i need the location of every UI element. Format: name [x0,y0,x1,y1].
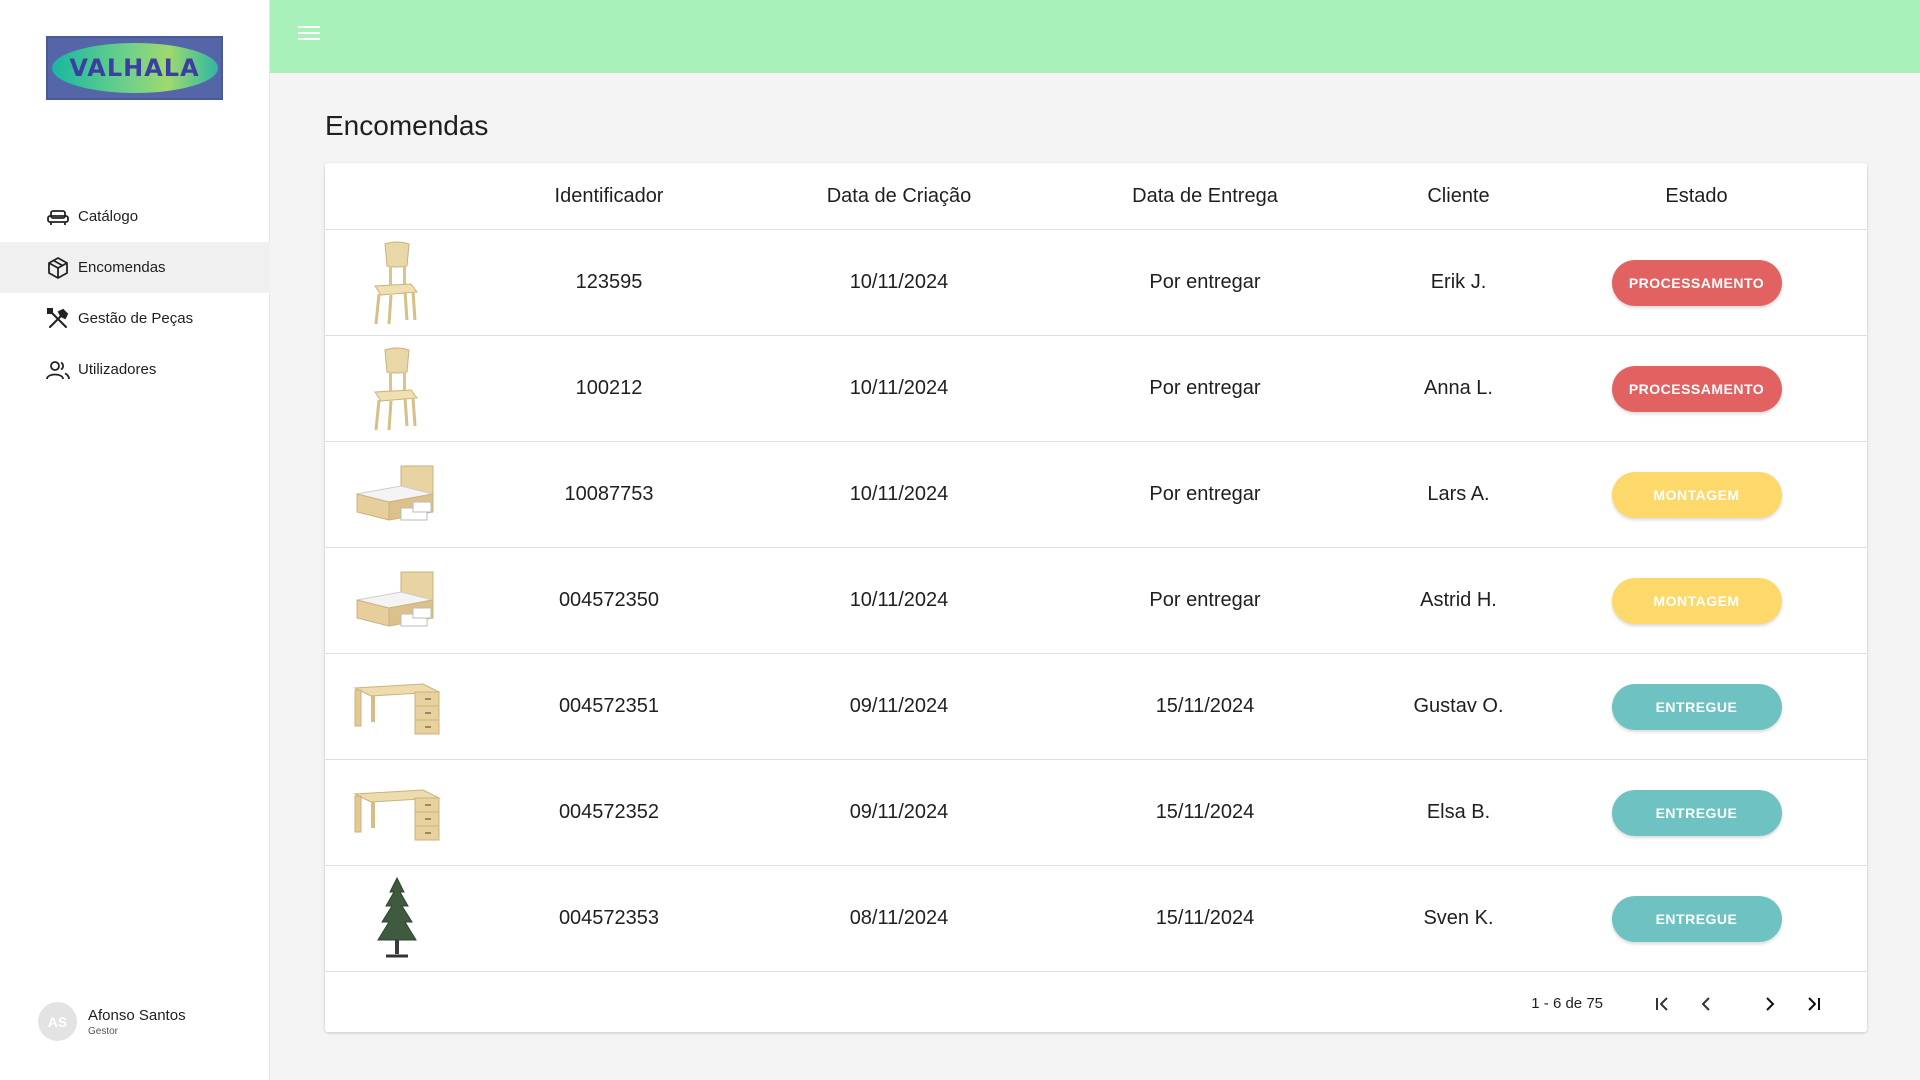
client-name: Anna L. [1424,377,1493,399]
sidebar-item-catalogo[interactable]: Catálogo [0,191,270,242]
user-profile[interactable]: AS Afonso Santos Gestor [38,1002,186,1041]
next-page-icon[interactable] [1755,989,1785,1019]
table-header: Identificador Data de Criação Data de En… [325,163,1867,230]
box-icon [46,256,70,280]
created-date: 08/11/2024 [849,907,949,929]
orders-table: Identificador Data de Criação Data de En… [325,163,1867,1032]
desk-thumbnail [325,678,469,736]
column-header-data-entrega[interactable]: Data de Entrega [1049,185,1361,208]
pagination-range: 1 - 6 de 75 [1531,995,1603,1012]
desk-thumbnail [325,784,469,842]
column-header-identificador[interactable]: Identificador [469,185,749,208]
status-badge[interactable]: ENTREGUE [1611,789,1782,836]
user-role: Gestor [88,1025,119,1037]
status-cell: MONTAGEM [1556,471,1837,518]
logo-oval: VALHALA [51,43,218,93]
status-badge[interactable]: MONTAGEM [1611,471,1782,518]
delivery-date: 15/11/2024 [1155,695,1255,717]
previous-page-icon[interactable] [1691,989,1721,1019]
table-row[interactable]: 004572351 09/11/2024 15/11/2024 Gustav O… [325,654,1867,760]
logo-text: VALHALA [69,54,200,82]
table-row[interactable]: 004572350 10/11/2024 Por entregar Astrid… [325,548,1867,654]
chair-thumbnail [325,346,469,432]
chair-thumbnail [325,240,469,326]
order-id: 004572352 [558,801,660,823]
status-cell: PROCESSAMENTO [1556,365,1837,412]
sidebar-nav: Catálogo Encomendas Gestão de Peças Util… [0,191,270,395]
status-badge[interactable]: ENTREGUE [1611,683,1782,730]
created-date: 09/11/2024 [849,695,949,717]
created-date: 10/11/2024 [849,377,949,399]
first-page-icon[interactable] [1647,989,1677,1019]
status-badge[interactable]: PROCESSAMENTO [1611,259,1782,306]
delivery-date: Por entregar [1149,589,1261,611]
avatar: AS [38,1002,77,1041]
sidebar-item-label: Gestão de Peças [78,310,194,327]
order-id: 004572350 [558,589,660,611]
order-id: 10087753 [564,483,654,505]
client-name: Astrid H. [1420,589,1497,611]
column-header-data-criacao[interactable]: Data de Criação [749,185,1049,208]
bed-thumbnail [325,464,469,526]
delivery-date: Por entregar [1149,377,1261,399]
sidebar-item-label: Catálogo [78,208,139,225]
pagination: 1 - 6 de 75 [325,975,1867,1032]
sidebar-item-label: Utilizadores [78,361,157,378]
hamburger-menu-icon[interactable] [298,26,320,48]
tree-thumbnail [325,876,469,962]
status-badge[interactable]: MONTAGEM [1611,577,1782,624]
sidebar-item-utilizadores[interactable]: Utilizadores [0,344,270,395]
order-id: 004572351 [558,695,660,717]
created-date: 10/11/2024 [849,589,949,611]
bed-thumbnail [325,570,469,632]
tools-icon [46,307,70,331]
sidebar-item-encomendas[interactable]: Encomendas [0,242,270,293]
delivery-date: Por entregar [1149,271,1261,293]
client-name: Erik J. [1430,271,1487,293]
last-page-icon[interactable] [1799,989,1829,1019]
sofa-icon [46,205,70,229]
status-cell: ENTREGUE [1556,895,1837,942]
delivery-date: 15/11/2024 [1155,907,1255,929]
sidebar-item-gestao-de-pecas[interactable]: Gestão de Peças [0,293,270,344]
column-header-estado[interactable]: Estado [1556,185,1837,208]
sidebar-item-label: Encomendas [78,259,166,276]
status-badge[interactable]: PROCESSAMENTO [1611,365,1782,412]
created-date: 09/11/2024 [849,801,949,823]
page-title: Encomendas [325,110,489,141]
client-name: Lars A. [1427,483,1490,505]
order-id: 123595 [575,271,643,293]
table-row[interactable]: 10087753 10/11/2024 Por entregar Lars A.… [325,442,1867,548]
users-icon [46,358,70,382]
order-id: 100212 [575,377,643,399]
table-row[interactable]: 004572352 09/11/2024 15/11/2024 Elsa B. … [325,760,1867,866]
status-cell: ENTREGUE [1556,789,1837,836]
status-badge[interactable]: ENTREGUE [1611,895,1782,942]
table-body: 123595 10/11/2024 Por entregar Erik J. P… [325,230,1867,972]
client-name: Gustav O. [1413,695,1504,717]
topbar [270,0,1920,73]
delivery-date: Por entregar [1149,483,1261,505]
delivery-date: 15/11/2024 [1155,801,1255,823]
column-header-cliente[interactable]: Cliente [1361,185,1556,208]
status-cell: ENTREGUE [1556,683,1837,730]
table-row[interactable]: 004572353 08/11/2024 15/11/2024 Sven K. … [325,866,1867,972]
order-id: 004572353 [558,907,660,929]
table-row[interactable]: 123595 10/11/2024 Por entregar Erik J. P… [325,230,1867,336]
status-cell: MONTAGEM [1556,577,1837,624]
created-date: 10/11/2024 [849,483,949,505]
table-row[interactable]: 100212 10/11/2024 Por entregar Anna L. P… [325,336,1867,442]
client-name: Sven K. [1423,907,1494,929]
status-cell: PROCESSAMENTO [1556,259,1837,306]
user-name: Afonso Santos [88,1006,186,1024]
client-name: Elsa B. [1426,801,1491,823]
sidebar: VALHALA Catálogo Encomendas Gestão de Pe… [0,0,270,1080]
user-info: Afonso Santos Gestor [88,1007,186,1037]
valhala-logo[interactable]: VALHALA [46,36,223,100]
created-date: 10/11/2024 [849,271,949,293]
